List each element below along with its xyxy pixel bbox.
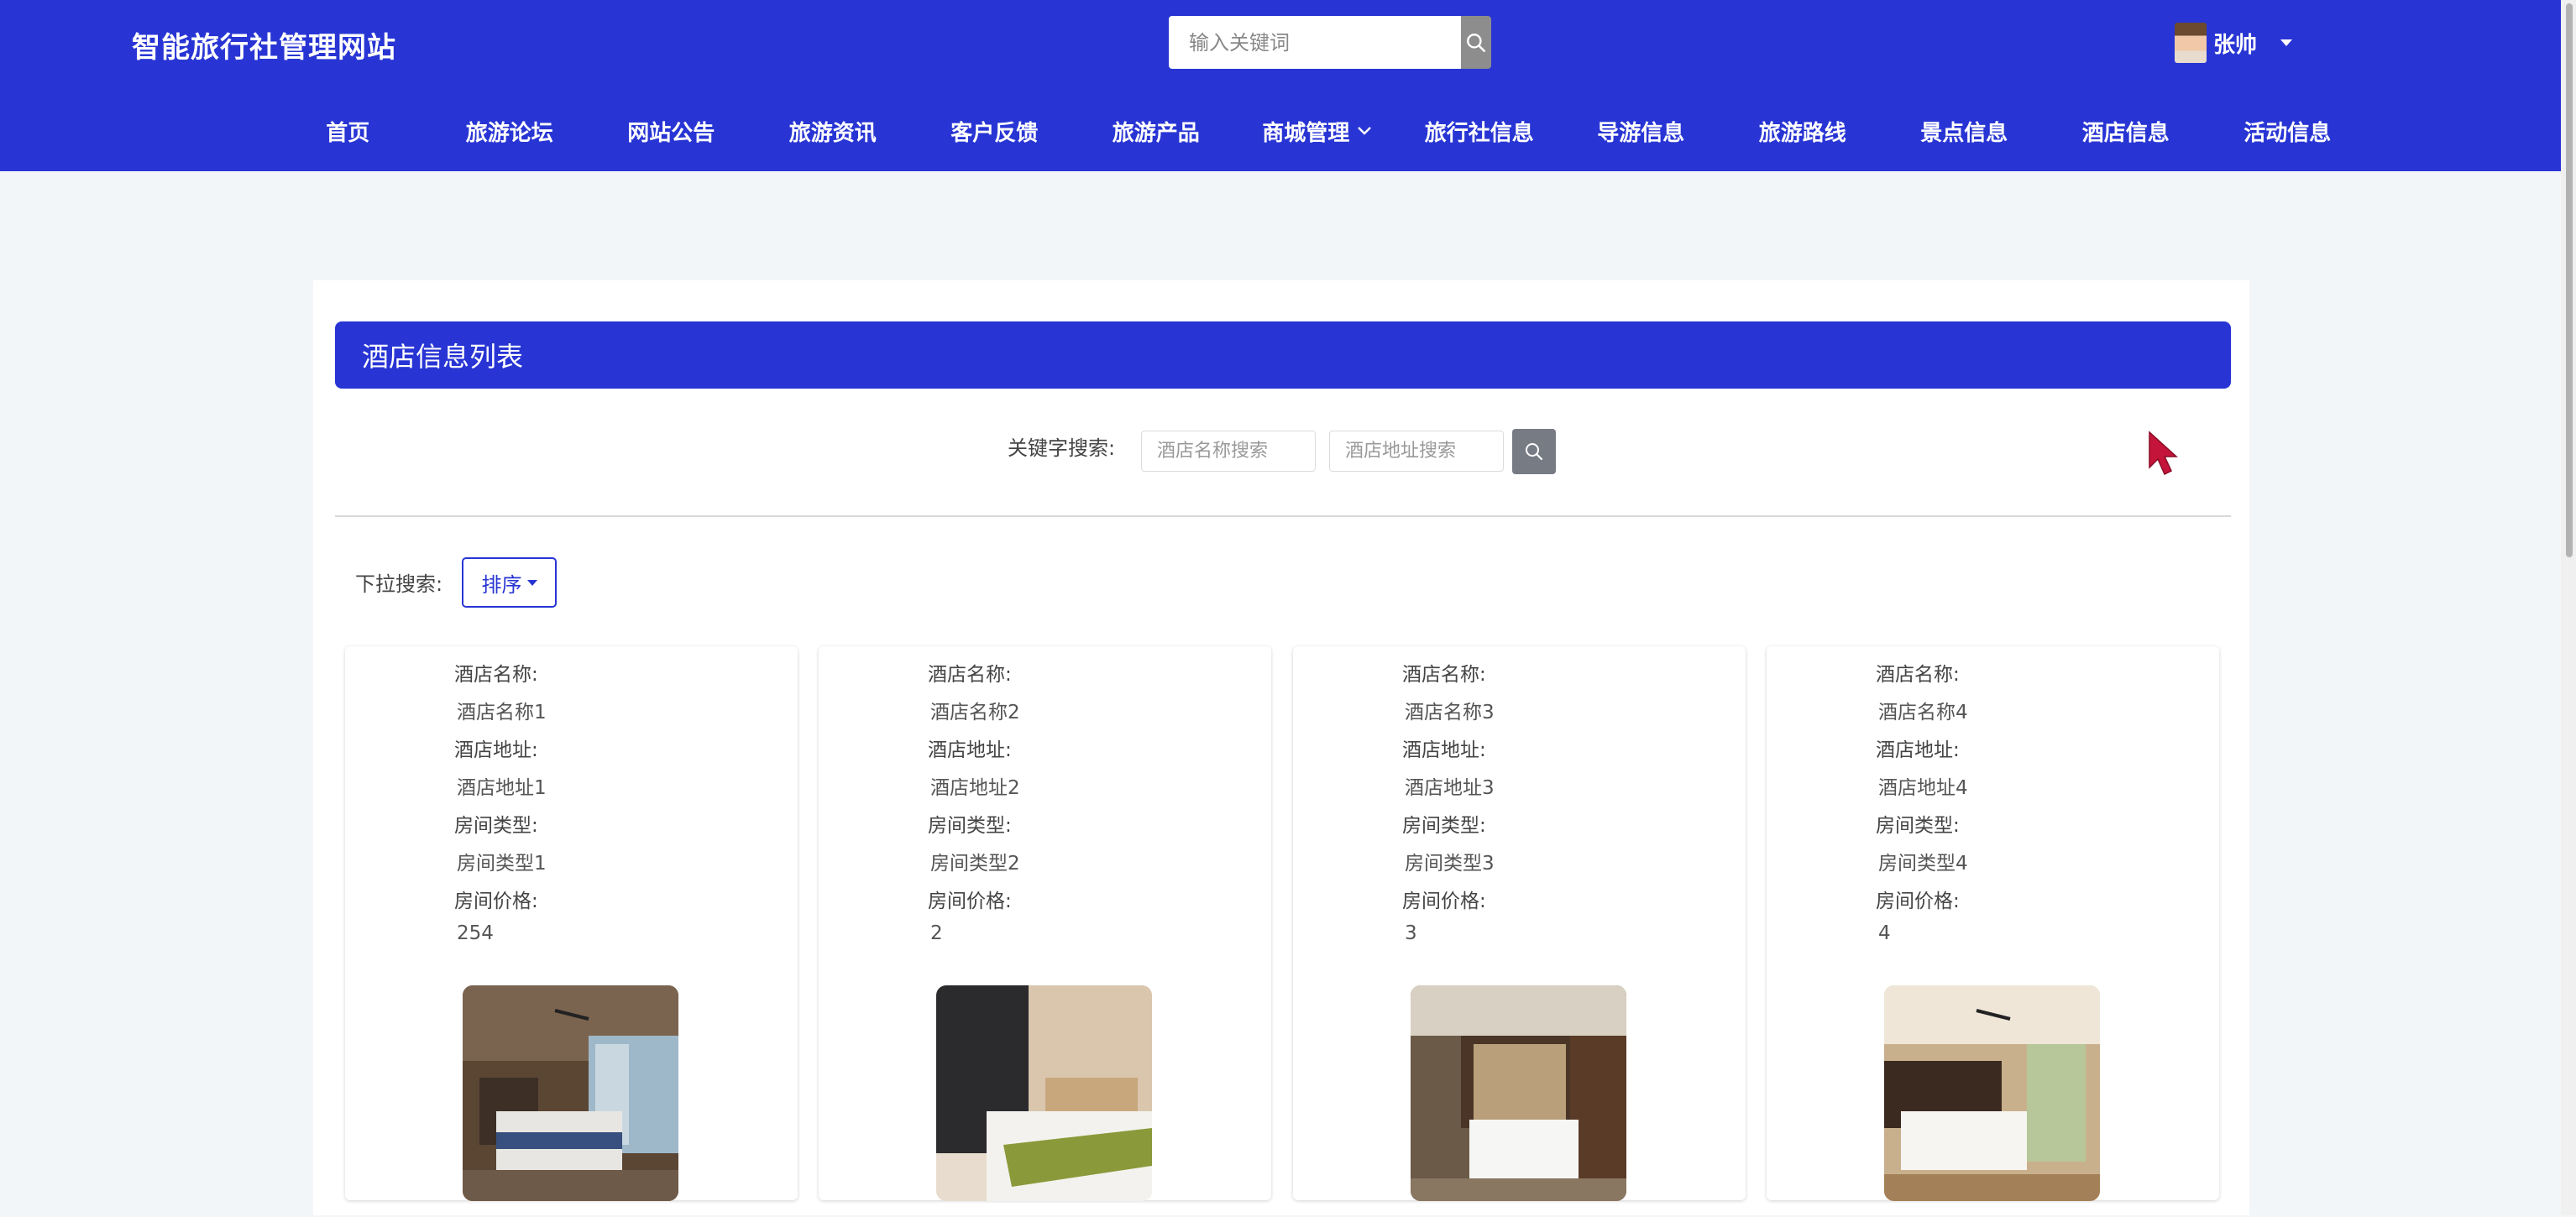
room-price-value: 2 [930, 922, 943, 944]
nav-activities[interactable]: 活动信息 [2207, 112, 2369, 149]
hotel-card-4[interactable]: 酒店名称: 酒店名称4 酒店地址: 酒店地址4 房间类型: 房间类型4 房间价格… [1767, 646, 2219, 1201]
nav-hotels[interactable]: 酒店信息 [2045, 112, 2207, 149]
hotel-card-3[interactable]: 酒店名称: 酒店名称3 酒店地址: 酒店地址3 房间类型: 房间类型3 房间价格… [1293, 646, 1746, 1201]
room-type-label: 房间类型: [928, 815, 1012, 837]
top-header: 智能旅行社管理网站 张帅 首页 旅游论坛 网站公告 旅游资讯 客户反馈 旅游产品… [0, 0, 2561, 171]
user-menu[interactable]: 张帅 [2175, 22, 2293, 64]
caret-down-icon [526, 579, 537, 586]
room-type-label: 房间类型: [1876, 815, 1960, 837]
room-price-value: 3 [1405, 922, 1417, 944]
search-icon [1526, 443, 1543, 461]
hotel-name-label: 酒店名称: [928, 664, 1012, 686]
hotel-address-label: 酒店地址: [1876, 739, 1960, 761]
nav-forum[interactable]: 旅游论坛 [429, 112, 591, 149]
hotel-image[interactable] [936, 985, 1152, 1201]
nav-feedback[interactable]: 客户反馈 [914, 112, 1076, 149]
room-price-value: 4 [1878, 922, 1891, 944]
hotel-address-value: 酒店地址3 [1405, 777, 1495, 799]
hotel-name-value: 酒店名称3 [1405, 702, 1495, 723]
hotel-address-label: 酒店地址: [1402, 739, 1486, 761]
hotel-image[interactable] [463, 985, 678, 1201]
caret-down-icon [2280, 39, 2293, 46]
keyword-search-label: 关键字搜索: [1008, 436, 1116, 460]
room-type-value: 房间类型3 [1405, 853, 1495, 875]
hotel-name-value: 酒店名称2 [930, 702, 1020, 723]
hotel-name-label: 酒店名称: [454, 664, 538, 686]
global-search-input[interactable] [1169, 16, 1461, 69]
room-price-value: 254 [457, 922, 494, 944]
user-name: 张帅 [2213, 32, 2258, 58]
hotel-address-label: 酒店地址: [928, 739, 1012, 761]
list-title: 酒店信息列表 [335, 321, 2231, 389]
hotel-address-value: 酒店地址1 [457, 777, 547, 799]
nav-agency[interactable]: 旅行社信息 [1399, 112, 1561, 149]
room-type-value: 房间类型4 [1878, 853, 1968, 875]
nav-mall[interactable]: 商城管理 [1237, 112, 1399, 149]
global-search [1169, 16, 1491, 69]
nav-products[interactable]: 旅游产品 [1076, 112, 1238, 149]
hotel-card-1[interactable]: 酒店名称: 酒店名称1 酒店地址: 酒店地址1 房间类型: 房间类型1 房间价格… [345, 646, 798, 1201]
hotel-card-2[interactable]: 酒店名称: 酒店名称2 酒店地址: 酒店地址2 房间类型: 房间类型2 房间价格… [819, 646, 1271, 1201]
hotel-list-panel: 酒店信息列表 关键字搜索: 下拉搜索: 排序 酒店名称: 酒店名称1 酒店地址:… [313, 280, 2249, 1215]
hotel-name-label: 酒店名称: [1402, 664, 1486, 686]
nav-announcements[interactable]: 网站公告 [590, 112, 752, 149]
hotel-name-search-input[interactable] [1141, 431, 1316, 472]
site-title[interactable]: 智能旅行社管理网站 [132, 24, 396, 65]
global-search-button[interactable] [1461, 16, 1491, 69]
mouse-pointer-icon [2149, 431, 2178, 476]
room-type-label: 房间类型: [454, 815, 538, 837]
hotel-address-label: 酒店地址: [454, 739, 538, 761]
nav-news[interactable]: 旅游资讯 [752, 112, 914, 149]
room-price-label: 房间价格: [1876, 891, 1960, 912]
room-type-label: 房间类型: [1402, 815, 1486, 837]
room-price-label: 房间价格: [1402, 891, 1486, 912]
main-nav: 首页 旅游论坛 网站公告 旅游资讯 客户反馈 旅游产品 商城管理 旅行社信息 导… [267, 112, 2369, 149]
hotel-address-value: 酒店地址4 [1878, 777, 1968, 799]
nav-attractions[interactable]: 景点信息 [1883, 112, 2045, 149]
hotel-cards: 酒店名称: 酒店名称1 酒店地址: 酒店地址1 房间类型: 房间类型1 房间价格… [345, 646, 2219, 1217]
search-icon [1467, 33, 1486, 52]
hotel-name-label: 酒店名称: [1876, 664, 1960, 686]
hotel-address-value: 酒店地址2 [930, 777, 1020, 799]
hotel-image[interactable] [1411, 985, 1626, 1201]
keyword-search-button[interactable] [1512, 429, 1556, 474]
room-price-label: 房间价格: [928, 891, 1012, 912]
nav-guides[interactable]: 导游信息 [1560, 112, 1722, 149]
dropdown-search-label: 下拉搜索: [355, 572, 443, 596]
chevron-down-icon [1358, 127, 1372, 135]
hotel-image[interactable] [1884, 985, 2100, 1201]
nav-home[interactable]: 首页 [267, 112, 429, 149]
room-type-value: 房间类型2 [930, 853, 1020, 875]
divider [335, 515, 2231, 517]
scrollbar-thumb[interactable] [2566, 3, 2573, 557]
hotel-address-search-input[interactable] [1329, 431, 1504, 472]
sort-dropdown-button[interactable]: 排序 [462, 557, 557, 608]
hotel-name-value: 酒店名称1 [457, 702, 547, 723]
avatar [2175, 23, 2207, 63]
room-type-value: 房间类型1 [457, 853, 547, 875]
nav-routes[interactable]: 旅游路线 [1722, 112, 1884, 149]
hotel-name-value: 酒店名称4 [1878, 702, 1968, 723]
room-price-label: 房间价格: [454, 891, 538, 912]
